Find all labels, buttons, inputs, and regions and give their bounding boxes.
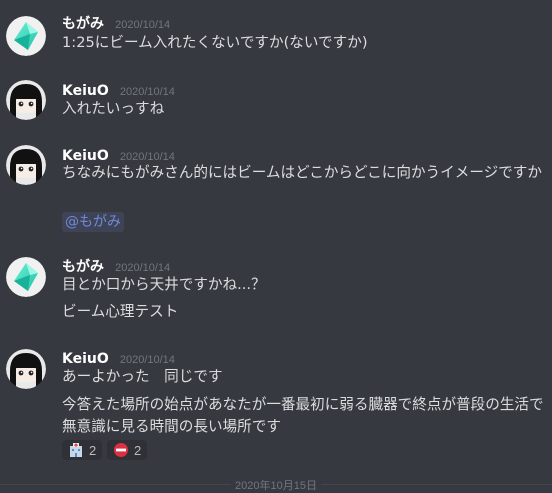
message-group: KeiuO 2020/10/14 ちなみにもがみさん的にはビームはどこからどこに… (0, 140, 552, 240)
username[interactable]: KeiuO (62, 83, 109, 99)
avatar-mogami[interactable] (6, 257, 46, 297)
date-divider-label: 2020年10月15日 (231, 477, 321, 493)
message-text: 入れたいっすね (62, 100, 165, 117)
timestamp: 2020/10/14 (119, 354, 175, 366)
timestamp: 2020/10/14 (115, 19, 171, 31)
message-header: もがみ 2020/10/14 (62, 256, 170, 276)
avatar-keiuo[interactable] (6, 145, 46, 185)
message-group: もがみ 2020/10/14 目とか口から天井ですかね...？ ビーム心理テスト (0, 240, 552, 340)
reaction-count: 2 (134, 442, 142, 458)
reaction-count: 2 (89, 442, 97, 458)
message-group: KeiuO 2020/10/14 入れたいっすね (0, 70, 552, 140)
timestamp: 2020/10/14 (119, 86, 175, 98)
message-text: 目とか口から天井ですかね...？ (62, 276, 266, 293)
message-text: あーよかった 同じです (62, 368, 223, 385)
username[interactable]: もがみ (62, 259, 104, 275)
message-group: もがみ 2020/10/14 1:25にビーム入れたくないですか(ないですか) (0, 0, 552, 70)
message-group: KeiuO 2020/10/14 あーよかった 同じです 今答えた場所の始点があ… (0, 340, 552, 470)
crystal-avatar-icon (6, 257, 46, 297)
avatar-keiuo[interactable] (6, 80, 46, 120)
character-avatar-icon (6, 145, 46, 185)
date-divider: 2020年10月15日 (0, 477, 552, 493)
user-mention[interactable]: @もがみ (62, 212, 124, 232)
username[interactable]: もがみ (62, 16, 104, 32)
hospital-icon (70, 443, 82, 457)
message-header: KeiuO 2020/10/14 (62, 348, 175, 368)
timestamp: 2020/10/14 (115, 262, 171, 274)
reaction-no-entry[interactable]: 2 (107, 440, 148, 460)
message-text: 1:25にビーム入れたくないですか(ないですか) (62, 34, 368, 51)
message-header: KeiuO 2020/10/14 (62, 80, 175, 100)
message-text: ちなみにもがみさん的にはビームはどこからどこに向かうイメージですか (62, 164, 542, 181)
message-text: 今答えた場所の始点があなたが一番最初に弱る臓器で終点が普段の生活で無意識に見る時… (62, 396, 544, 435)
reaction-hospital[interactable]: 2 (62, 440, 103, 460)
message-text: ビーム心理テスト (62, 303, 179, 320)
character-avatar-icon (6, 80, 46, 120)
avatar-mogami[interactable] (6, 16, 46, 56)
message-header: もがみ 2020/10/14 (62, 13, 170, 33)
username[interactable]: KeiuO (62, 351, 109, 367)
avatar-keiuo[interactable] (6, 349, 46, 389)
no-entry-icon (114, 443, 128, 457)
crystal-avatar-icon (6, 16, 46, 56)
character-avatar-icon (6, 349, 46, 389)
